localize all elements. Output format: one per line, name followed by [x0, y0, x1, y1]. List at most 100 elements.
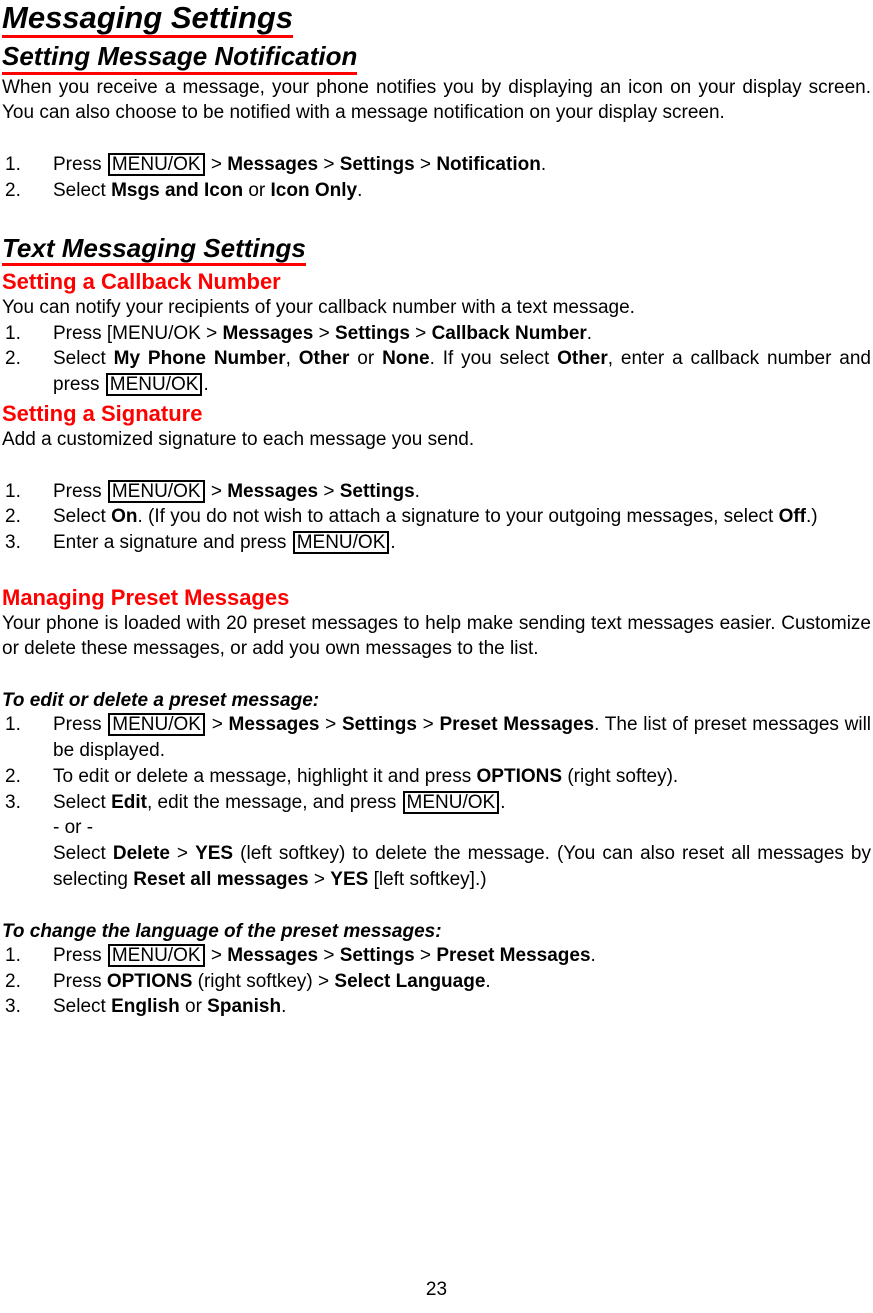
section-heading-text-messaging-container: Text Messaging Settings: [2, 230, 871, 267]
document-page: Messaging Settings Setting Message Notif…: [0, 0, 873, 1313]
numbered-step: 2. To edit or delete a message, highlight…: [2, 764, 871, 790]
step-number: 3.: [5, 996, 21, 1018]
page-title: Messaging Settings: [2, 1, 294, 39]
emphasis-text: Off: [778, 506, 807, 528]
emphasis-text: YES: [330, 869, 369, 891]
emphasis-text: Notification: [436, 154, 541, 176]
step-text: [left softkey].): [368, 869, 487, 891]
step-text: Select: [53, 348, 114, 370]
notification-steps: 1. Press MENU/OK > Messages > Settings > …: [2, 152, 871, 204]
numbered-step: 1. Press MENU/OK > Messages > Settings > …: [2, 712, 871, 764]
emphasis-text: Reset all messages: [133, 869, 309, 891]
step-text: ,: [285, 348, 299, 370]
step-number: 1.: [5, 154, 21, 176]
emphasis-text: On: [111, 506, 138, 528]
step-text: .: [540, 154, 547, 176]
step-text: Press: [53, 714, 108, 736]
emphasis-text: YES: [195, 843, 234, 865]
emphasis-text: Other: [557, 348, 608, 370]
step-text: Select: [53, 843, 113, 865]
emphasis-text: Messages: [227, 944, 319, 966]
emphasis-text: OPTIONS: [106, 970, 193, 992]
step-text: >: [205, 480, 228, 502]
step-text: , edit the message, and press: [146, 791, 402, 813]
step-text: . (If you do not wish to attach a signat…: [137, 506, 779, 528]
step-number: 1.: [5, 480, 21, 502]
numbered-step: 2. Press OPTIONS (right softkey) > Select…: [2, 969, 871, 995]
step-number: 2.: [5, 970, 21, 992]
subhead-edit-or-delete: To edit or delete a preset message:: [2, 690, 320, 712]
step-text: Select: [53, 791, 112, 813]
step-text: >: [409, 322, 432, 344]
emphasis-text: Delete: [112, 843, 170, 865]
signature-steps: 1. Press MENU/OK > Messages > Settings. 2.…: [2, 479, 871, 556]
step-number: 1.: [5, 944, 21, 966]
step-number: 2.: [5, 506, 21, 528]
subhead-change-language: To change the language of the preset mes…: [2, 920, 442, 942]
alternative-separator: - or -: [53, 817, 94, 839]
emphasis-text: Settings: [341, 714, 417, 736]
emphasis-text: Edit: [111, 791, 147, 813]
callback-steps: 1. Press [MENU/OK > Messages > Settings >…: [2, 321, 871, 398]
page-title-container: Messaging Settings: [2, 0, 871, 39]
emphasis-text: Preset Messages: [436, 944, 591, 966]
step-number: 1.: [5, 714, 21, 736]
step-text: .: [485, 970, 491, 992]
emphasis-text: Msgs and Icon: [111, 180, 244, 202]
step-number: 2.: [5, 180, 21, 202]
subsection-heading-signature: Setting a Signature: [2, 401, 203, 427]
step-text: or: [349, 348, 383, 370]
emphasis-text: Settings: [334, 322, 410, 344]
emphasis-text: Spanish: [207, 996, 282, 1018]
step-continuation: Select Delete > YES (left softkey) to de…: [53, 841, 871, 893]
menu-ok-key[interactable]: MENU/OK: [107, 943, 205, 967]
emphasis-text: Settings: [339, 944, 415, 966]
menu-ok-key[interactable]: MENU/OK: [107, 479, 205, 503]
step-text: Select: [53, 180, 112, 202]
step-text: >: [414, 154, 437, 176]
section-heading-notification: Setting Message Notification: [2, 42, 358, 75]
numbered-step: 3. Select Edit, edit the message, and pre…: [2, 790, 871, 893]
step-text: . If you select: [429, 348, 558, 370]
step-text: >: [205, 714, 229, 736]
step-text: (right softkey) >: [192, 970, 335, 992]
step-text: .: [590, 944, 596, 966]
emphasis-text: Settings: [339, 154, 415, 176]
emphasis-text: Messages: [227, 154, 319, 176]
emphasis-text: Preset Messages: [439, 714, 595, 736]
emphasis-text: Icon Only: [270, 180, 358, 202]
preset-edit-steps: 1. Press MENU/OK > Messages > Settings > …: [2, 712, 871, 893]
step-text: .: [414, 480, 420, 502]
menu-ok-key[interactable]: MENU/OK: [402, 790, 500, 814]
menu-ok-key[interactable]: MENU/OK: [108, 713, 205, 737]
section-heading-text-messaging: Text Messaging Settings: [2, 234, 306, 267]
numbered-step: 1. Press [MENU/OK > Messages > Settings >…: [2, 321, 871, 347]
emphasis-text: Callback Number: [431, 322, 587, 344]
emphasis-text: English: [111, 996, 180, 1018]
numbered-step: 3. Enter a signature and press MENU/OK.: [2, 530, 871, 556]
menu-ok-key[interactable]: MENU/OK: [105, 373, 203, 397]
emphasis-text: Messages: [228, 714, 320, 736]
step-text: >: [318, 944, 340, 966]
emphasis-text: Other: [298, 348, 350, 370]
step-text: (right softey).: [562, 765, 679, 787]
menu-ok-key[interactable]: MENU/OK: [107, 153, 205, 177]
step-text: To edit or delete a message, highlight i…: [53, 765, 477, 787]
menu-ok-key[interactable]: MENU/OK: [292, 531, 390, 555]
step-number: 3.: [5, 532, 21, 554]
section-heading-notification-container: Setting Message Notification: [2, 38, 871, 75]
step-text: Press [MENU/OK >: [53, 322, 223, 344]
step-text: Select: [53, 996, 112, 1018]
emphasis-text: None: [382, 348, 430, 370]
emphasis-text: Messages: [227, 480, 319, 502]
numbered-step: 1. Press MENU/OK > Messages > Settings > …: [2, 943, 871, 969]
step-text: >: [414, 944, 437, 966]
numbered-step: 1. Press MENU/OK > Messages > Settings > …: [2, 152, 871, 178]
callback-paragraph: You can notify your recipients of your c…: [2, 296, 635, 318]
step-text: >: [205, 944, 228, 966]
